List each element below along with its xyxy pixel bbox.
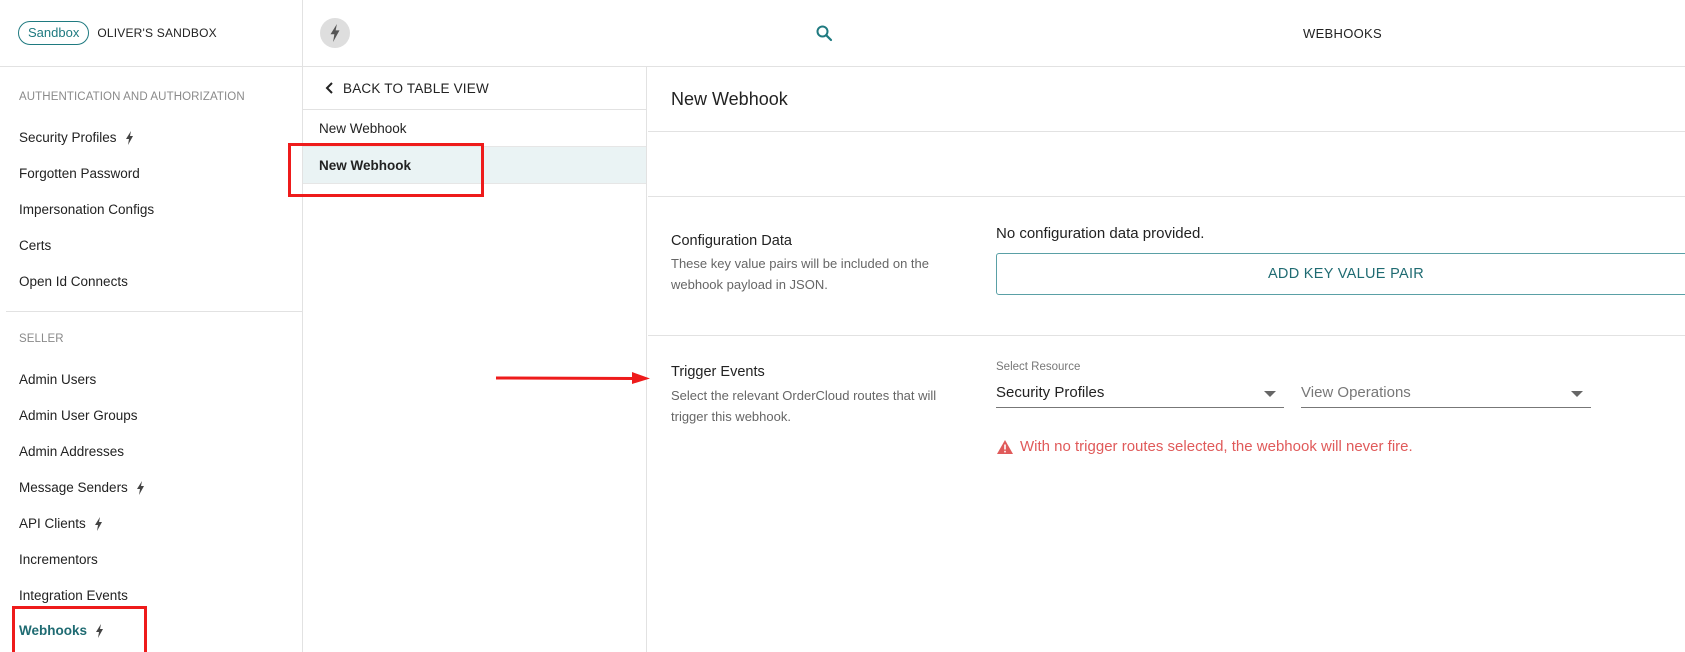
- environment-badge[interactable]: Sandbox: [18, 21, 90, 45]
- add-key-value-pair-button[interactable]: ADD KEY VALUE PAIR: [996, 253, 1685, 295]
- sidebar-item-impersonation-configs[interactable]: Impersonation Configs: [19, 202, 154, 217]
- sidebar-item-label: Incrementors: [19, 552, 98, 567]
- sidebar-item-admin-user-groups[interactable]: Admin User Groups: [19, 408, 138, 423]
- sidebar-item-open-id-connects[interactable]: Open Id Connects: [19, 274, 128, 289]
- sidebar-item-label: Certs: [19, 238, 52, 253]
- annotation-highlight-box: [288, 143, 484, 197]
- trigger-events-label: Trigger Events: [671, 364, 765, 380]
- detail-title: New Webhook: [648, 67, 1685, 132]
- sidebar-item-label: Admin Users: [19, 372, 97, 387]
- list-item[interactable]: New Webhook: [303, 110, 646, 147]
- back-link-label: BACK TO TABLE VIEW: [343, 80, 489, 96]
- annotation-arrow-icon: [495, 372, 650, 384]
- select-resource-caption: Select Resource: [996, 361, 1081, 373]
- select-resource-value: Security Profiles: [996, 384, 1105, 401]
- chevron-left-icon: [325, 82, 333, 94]
- view-operations-dropdown[interactable]: View Operations: [1301, 378, 1591, 408]
- sidebar-item-label: Message Senders: [19, 480, 128, 495]
- sidebar-header: Sandbox OLIVER'S SANDBOX: [0, 0, 302, 67]
- sidebar-item-label: API Clients: [19, 516, 86, 531]
- view-operations-placeholder: View Operations: [1301, 384, 1411, 401]
- annotation-highlight-box: [12, 606, 147, 652]
- sidebar-item-label: Security Profiles: [19, 130, 117, 145]
- sidebar-item-label: Integration Events: [19, 588, 128, 603]
- sidebar-item-admin-addresses[interactable]: Admin Addresses: [19, 444, 124, 459]
- chevron-down-icon: [1571, 391, 1583, 397]
- sidebar-item-message-senders[interactable]: Message Senders: [19, 480, 145, 495]
- warning-icon: [997, 439, 1013, 454]
- sidebar-item-certs[interactable]: Certs: [19, 238, 51, 253]
- page-title: WEBHOOKS: [1303, 26, 1382, 41]
- bolt-icon[interactable]: [320, 18, 350, 48]
- sidebar-divider: [6, 311, 302, 312]
- bolt-icon: [136, 480, 144, 495]
- chevron-down-icon: [1264, 391, 1276, 397]
- select-resource-dropdown[interactable]: Security Profiles: [996, 378, 1284, 408]
- trigger-events-description: Select the relevant OrderCloud routes th…: [671, 388, 937, 424]
- bolt-icon: [125, 130, 133, 145]
- sidebar-item-incrementors[interactable]: Incrementors: [19, 552, 98, 567]
- bolt-icon: [94, 516, 102, 531]
- sidebar-item-label: Admin User Groups: [19, 408, 138, 423]
- sidebar: Sandbox OLIVER'S SANDBOX AUTHENTICATION …: [0, 0, 303, 652]
- sidebar-item-forgotten-password[interactable]: Forgotten Password: [19, 166, 140, 181]
- organization-name[interactable]: OLIVER'S SANDBOX: [97, 26, 217, 40]
- configuration-data-label: Configuration Data: [671, 233, 792, 249]
- configuration-data-description: These key value pairs will be included o…: [671, 256, 929, 292]
- detail-blank-row: [648, 132, 1685, 197]
- sidebar-item-admin-users[interactable]: Admin Users: [19, 372, 96, 387]
- trigger-warning: With no trigger routes selected, the web…: [996, 438, 1413, 455]
- sidebar-item-api-clients[interactable]: API Clients: [19, 516, 103, 531]
- sidebar-item-label: Admin Addresses: [19, 444, 125, 459]
- search-icon[interactable]: [815, 24, 833, 42]
- no-configuration-text: No configuration data provided.: [996, 225, 1205, 242]
- webhook-detail-panel: New Webhook Configuration Data These key…: [648, 67, 1685, 652]
- back-to-table-view-link[interactable]: BACK TO TABLE VIEW: [303, 67, 646, 110]
- section-heading-auth: AUTHENTICATION AND AUTHORIZATION: [19, 91, 245, 103]
- sidebar-item-label: Impersonation Configs: [19, 202, 155, 217]
- sidebar-item-integration-events[interactable]: Integration Events: [19, 588, 128, 603]
- sidebar-item-label: Open Id Connects: [19, 274, 128, 289]
- sidebar-item-security-profiles[interactable]: Security Profiles: [19, 130, 134, 145]
- list-item-label: New Webhook: [319, 120, 407, 136]
- trigger-warning-text: With no trigger routes selected, the web…: [1020, 438, 1413, 455]
- section-heading-seller: SELLER: [19, 333, 64, 345]
- top-bar: WEBHOOKS: [303, 0, 1685, 67]
- section-divider: [648, 335, 1685, 336]
- sidebar-item-label: Forgotten Password: [19, 166, 140, 181]
